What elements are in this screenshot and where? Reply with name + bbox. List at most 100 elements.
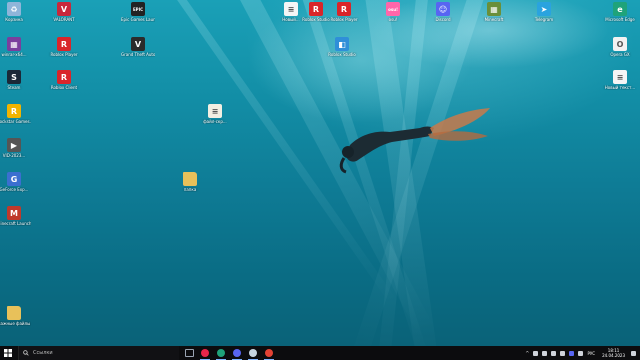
desktop-icon-label: Minecraft Launcher [0,221,31,226]
desktop-icon-label: Roblox Studio [328,52,356,57]
desktop-icon-label: Minecraft [484,17,504,22]
desktop-icon-gta5[interactable]: VGrand Theft Auto V [121,37,155,57]
desktop-icon-label: Steam [7,85,21,90]
roblox-icon: R [337,2,351,16]
taskbar-app-yandex[interactable] [261,346,277,360]
desktop-icon-edge[interactable]: e Microsoft Edge [603,2,637,22]
desktop-icon-label: osu! [388,17,398,22]
desktop-icon-roblox-client[interactable]: R Roblox Client [47,70,81,90]
gta-icon: V [131,37,145,51]
desktop-icon-geforce[interactable]: G GeForce Exp... [0,172,31,192]
notifications-icon[interactable] [631,350,636,356]
wallpaper-swimmer [339,108,490,174]
edge-icon [217,349,225,357]
desktop-icon-roblox-studio[interactable]: ◧ Roblox Studio [325,37,359,57]
desktop-icon-epic[interactable]: EPICEpic Games Launcher [121,2,155,22]
text-file-icon: ≡ [284,2,298,16]
taskbar-app-opera-gx[interactable] [197,346,213,360]
desktop-icon-label: Telegram [534,17,554,22]
desktop-icon-valorant[interactable]: V VALORANT [47,2,81,22]
desktop-icon-opera[interactable]: O Opera GX [603,37,637,57]
yandex-icon [265,349,273,357]
steam-icon: S [7,70,21,84]
desktop-icon-roblox-player[interactable]: R Roblox Player [47,37,81,57]
winrar-icon: ▦ [7,37,21,51]
system-tray: ^ РУС 18:11 24.04.2023 [525,346,640,360]
text-file-icon: ≡ [613,70,627,84]
taskbar-apps [181,346,277,360]
desktop-icon-winrar[interactable]: ▦ winrar-x64... [0,37,31,57]
rockstar-icon: R [7,104,21,118]
desktop-icon-label: Новый текст... [604,85,636,90]
desktop-icon-label: Discord [435,17,451,22]
taskbar-app-steam[interactable] [245,346,261,360]
launcher-icon: M [7,206,21,220]
desktop-icon-script-file[interactable]: ≡ файл-скр... [198,104,232,124]
document-icon: ≡ [208,104,222,118]
desktop-icon-textdoc[interactable]: ≡ Новый текст... [603,70,637,90]
taskbar: Ссылки ^ РУС 18:11 24.04.2023 [0,346,640,360]
desktop-icon-vid[interactable]: ▶ VID-2023... [0,138,31,158]
app-tray-icon[interactable] [578,350,584,356]
search-placeholder: Ссылки [33,350,53,356]
desktop-icon-label: Roblox Player [330,17,358,22]
opera-gx-icon [201,349,209,357]
desktop-icon-mcpe[interactable]: MMinecraft Launcher [0,206,31,226]
taskbar-search[interactable]: Ссылки [18,346,179,360]
clock[interactable]: 18:11 24.04.2023 [602,348,625,358]
recycle-bin-icon: ♻ [7,2,21,16]
start-button[interactable] [0,346,16,360]
discord-icon: ☺ [436,2,450,16]
desktop-icon-osu[interactable]: osu! osu! [376,2,410,22]
steam-tray-icon[interactable] [560,350,566,356]
roblox-icon: R [309,2,323,16]
desktop-icon-label: Microsoft Edge [605,17,635,22]
desktop-icon-steam[interactable]: S Steam [0,70,31,90]
desktop-icon-roblox-player-top[interactable]: R Roblox Player [327,2,361,22]
windows-logo-icon [4,349,12,357]
minecraft-icon: ▦ [487,2,501,16]
desktop-icon-label: VALORANT [53,17,75,22]
desktop-icon-label: Rockstar Games... [0,119,31,124]
osu-icon: osu! [386,2,400,16]
desktop-icon-label: файл-скр... [203,119,227,124]
chevron-up-icon[interactable]: ^ [525,351,529,357]
desktop-icon-folder-new[interactable]: папка [173,172,207,192]
desktop-icon-label: Opera GX [610,52,630,57]
battery-icon[interactable] [551,350,557,356]
geforce-icon: G [7,172,21,186]
desktop-icon-minecraft[interactable]: ▦ Minecraft [477,2,511,22]
desktop-icon-label: Важные файлы [0,321,31,326]
volume-icon[interactable] [542,350,548,356]
folder-icon [183,172,197,186]
desktop-icon-label: winrar-x64... [1,52,27,57]
network-icon[interactable] [533,350,539,356]
desktop-background: ♻КорзинаVVALORANTEPICEpic Games Launcher… [0,0,640,346]
desktop-icon-label: Roblox Player [50,52,78,57]
search-icon [23,350,29,356]
epic-games-icon: EPIC [131,2,145,16]
desktop-icon-rockstar[interactable]: RRockstar Games... [0,104,31,124]
language-indicator[interactable]: РУС [587,351,595,356]
clock-date: 24.04.2023 [602,353,625,358]
roblox-studio-icon: ◧ [335,37,349,51]
roblox-icon: R [57,37,71,51]
task-view-icon [184,349,194,357]
desktop-icon-label: VID-2023... [2,153,26,158]
folder-icon [7,306,21,320]
opera-icon: O [613,37,627,51]
desktop-icon-label: Корзина [5,17,23,22]
desktop-icon-recycle-bin[interactable]: ♻ Корзина [0,2,31,22]
desktop-icon-telegram[interactable]: ➤ Telegram [527,2,561,22]
desktop-icon-discord[interactable]: ☺ Discord [426,2,460,22]
taskbar-app-discord[interactable] [229,346,245,360]
discord-tray-icon[interactable] [569,350,575,356]
desktop-icon-label: папка [183,187,197,192]
video-file-icon: ▶ [7,138,21,152]
desktop-icon-important[interactable]: Важные файлы [0,306,31,326]
discord-icon [233,349,241,357]
desktop-icon-label: Grand Theft Auto V [121,52,155,57]
desktop-icon-label: Epic Games Launcher [121,17,155,22]
taskbar-app-task-view[interactable] [181,346,197,360]
taskbar-app-edge[interactable] [213,346,229,360]
